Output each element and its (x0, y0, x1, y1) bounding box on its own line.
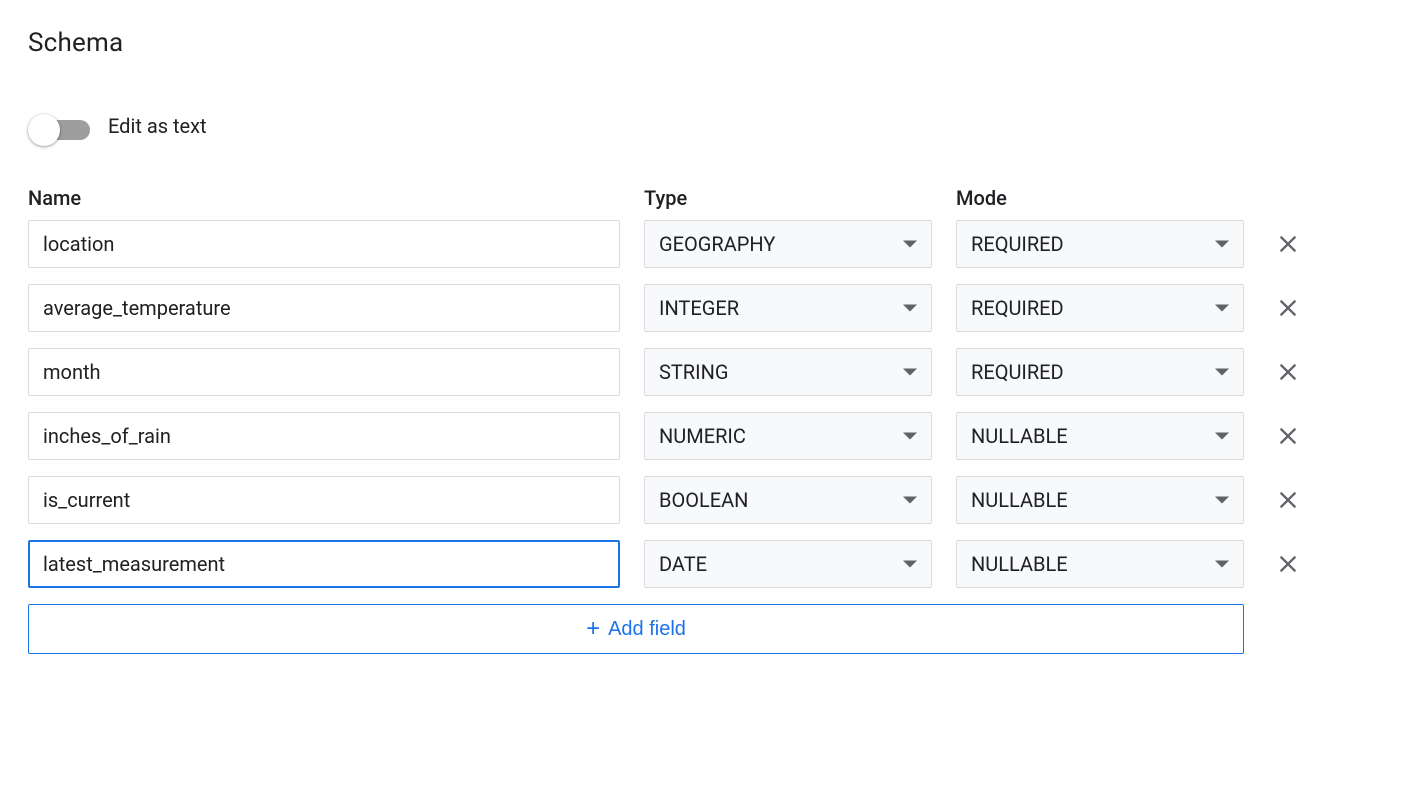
field-mode-select[interactable]: NULLABLE (956, 412, 1244, 460)
close-icon (1274, 294, 1302, 322)
field-type-select[interactable]: DATE (644, 540, 932, 588)
dropdown-icon (903, 241, 917, 248)
schema-row: GEOGRAPHY REQUIRED (28, 220, 1382, 268)
dropdown-icon (1215, 305, 1229, 312)
close-icon (1274, 550, 1302, 578)
field-type-value: INTEGER (659, 296, 739, 320)
remove-field-button[interactable] (1272, 356, 1304, 388)
field-type-value: GEOGRAPHY (659, 232, 775, 256)
add-field-button[interactable]: + Add field (28, 604, 1244, 654)
schema-rows: GEOGRAPHY REQUIRED INTEGER (28, 220, 1382, 588)
field-mode-value: NULLABLE (971, 424, 1068, 448)
field-mode-select[interactable]: NULLABLE (956, 476, 1244, 524)
field-type-select[interactable]: STRING (644, 348, 932, 396)
field-type-value: BOOLEAN (659, 488, 748, 512)
add-field-row: + Add field (28, 604, 1382, 654)
dropdown-icon (1215, 369, 1229, 376)
field-type-select[interactable]: GEOGRAPHY (644, 220, 932, 268)
field-mode-value: REQUIRED (971, 296, 1064, 320)
field-name-input[interactable] (28, 348, 620, 396)
field-type-select[interactable]: NUMERIC (644, 412, 932, 460)
field-type-value: STRING (659, 360, 728, 384)
remove-field-button[interactable] (1272, 292, 1304, 324)
field-type-select[interactable]: BOOLEAN (644, 476, 932, 524)
edit-as-text-toggle[interactable] (28, 114, 90, 138)
dropdown-icon (903, 561, 917, 568)
edit-as-text-row: Edit as text (28, 114, 1382, 138)
plus-icon: + (586, 617, 600, 641)
field-mode-select[interactable]: REQUIRED (956, 348, 1244, 396)
schema-title: Schema (28, 28, 1382, 58)
toggle-thumb (28, 114, 60, 146)
dropdown-icon (903, 497, 917, 504)
field-mode-value: NULLABLE (971, 488, 1068, 512)
column-headers: Name Type Mode (28, 186, 1382, 210)
close-icon (1274, 230, 1302, 258)
header-type: Type (644, 186, 932, 210)
field-type-value: DATE (659, 552, 707, 576)
field-mode-select[interactable]: REQUIRED (956, 284, 1244, 332)
field-type-value: NUMERIC (659, 424, 746, 448)
field-name-input[interactable] (28, 284, 620, 332)
field-mode-value: REQUIRED (971, 360, 1064, 384)
dropdown-icon (903, 433, 917, 440)
field-mode-select[interactable]: NULLABLE (956, 540, 1244, 588)
edit-as-text-label: Edit as text (108, 114, 207, 138)
dropdown-icon (1215, 433, 1229, 440)
dropdown-icon (903, 305, 917, 312)
field-type-select[interactable]: INTEGER (644, 284, 932, 332)
schema-row: DATE NULLABLE (28, 540, 1382, 588)
remove-field-button[interactable] (1272, 420, 1304, 452)
remove-field-button[interactable] (1272, 228, 1304, 260)
close-icon (1274, 358, 1302, 386)
dropdown-icon (1215, 497, 1229, 504)
schema-row: NUMERIC NULLABLE (28, 412, 1382, 460)
schema-row: BOOLEAN NULLABLE (28, 476, 1382, 524)
field-name-input[interactable] (28, 220, 620, 268)
field-mode-value: REQUIRED (971, 232, 1064, 256)
header-name: Name (28, 186, 620, 210)
header-mode: Mode (956, 186, 1244, 210)
field-mode-value: NULLABLE (971, 552, 1068, 576)
field-name-input[interactable] (28, 540, 620, 588)
remove-field-button[interactable] (1272, 484, 1304, 516)
dropdown-icon (1215, 561, 1229, 568)
dropdown-icon (1215, 241, 1229, 248)
dropdown-icon (903, 369, 917, 376)
schema-row: INTEGER REQUIRED (28, 284, 1382, 332)
field-name-input[interactable] (28, 476, 620, 524)
add-field-label: Add field (608, 618, 686, 641)
close-icon (1274, 486, 1302, 514)
field-mode-select[interactable]: REQUIRED (956, 220, 1244, 268)
remove-field-button[interactable] (1272, 548, 1304, 580)
schema-row: STRING REQUIRED (28, 348, 1382, 396)
close-icon (1274, 422, 1302, 450)
field-name-input[interactable] (28, 412, 620, 460)
